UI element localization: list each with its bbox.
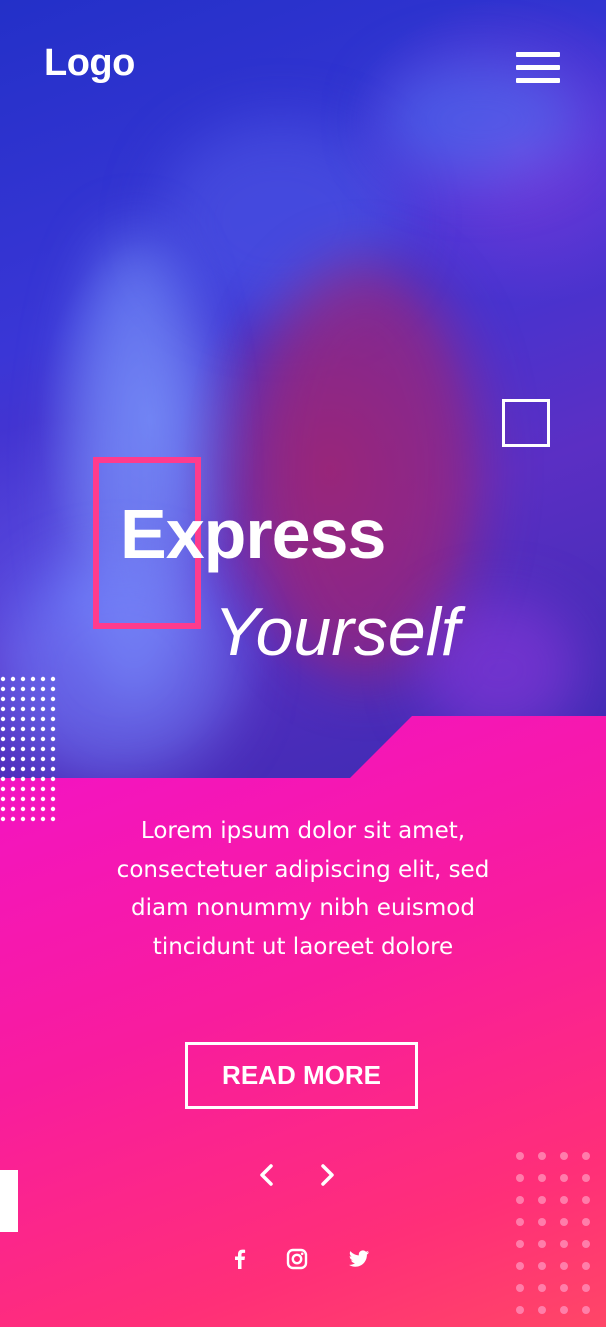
menu-bar [516, 65, 560, 70]
landing-page: Logo Express Yourself Lorem ipsum dolor … [0, 0, 606, 1327]
hero-title-line2: Yourself [214, 594, 460, 670]
hamburger-menu-icon[interactable] [516, 52, 560, 86]
chevron-left-icon[interactable] [254, 1162, 280, 1188]
hero-title-line1: Express [120, 495, 386, 573]
menu-bar [516, 78, 560, 83]
instagram-icon[interactable] [284, 1246, 310, 1272]
hero-background-image [0, 0, 606, 790]
dot-grid-decoration-right [516, 1152, 590, 1314]
menu-bar [516, 52, 560, 57]
read-more-button[interactable]: READ MORE [185, 1042, 418, 1109]
description-text: Lorem ipsum dolor sit amet, consectetuer… [116, 818, 490, 960]
facebook-icon[interactable] [227, 1246, 253, 1272]
outline-square-decoration [502, 399, 550, 447]
twitter-icon[interactable] [346, 1246, 372, 1272]
logo[interactable]: Logo [44, 42, 135, 85]
chevron-right-icon[interactable] [314, 1162, 340, 1188]
side-tab-indicator[interactable] [0, 1170, 18, 1232]
dot-grid-decoration-left [0, 676, 56, 822]
